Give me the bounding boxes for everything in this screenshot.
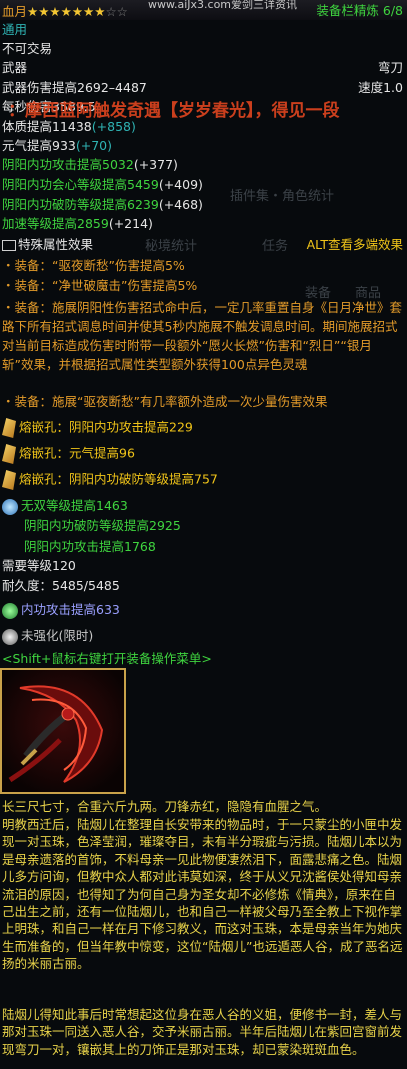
attr-con: 体质提高11438(+858) xyxy=(2,119,136,134)
wushuang-line-3: 阴阳内功攻击提高1768 xyxy=(24,539,156,554)
weapon-type: 弯刀 xyxy=(377,60,403,75)
special-effect-2: ・装备：“净世破魔击”伤害提高5% xyxy=(2,278,198,293)
faint-tab-1: 秘境统计 xyxy=(145,239,198,254)
enhance-icon xyxy=(2,628,18,645)
special-title: 特殊属性效果 xyxy=(18,237,94,252)
attr-spirit: 元气提高933(+70) xyxy=(2,138,112,153)
gem-icon xyxy=(2,470,16,490)
monitor-icon xyxy=(2,240,16,251)
watermark-url: www.aiJx3.com爱剑三详资讯 xyxy=(148,0,298,11)
star-rating-filled: ★★★★★★★ xyxy=(27,4,106,19)
alt-hint[interactable]: ALT查看多端效果 xyxy=(307,237,403,253)
required-level: 需要等级120 xyxy=(2,558,76,573)
gem-icon xyxy=(2,418,16,438)
attr-haste: 加速等级提高2859(+214) xyxy=(2,216,153,231)
weapon-damage: 武器伤害提高2692–4487 xyxy=(2,80,147,95)
unenhanced-row: 未强化(限时) xyxy=(2,628,93,645)
bind-status: 不可交易 xyxy=(2,41,53,56)
attr-overcome: 阴阳内功破防等级提高6239(+468) xyxy=(2,197,203,212)
five-color-stone-icon xyxy=(2,498,18,515)
enchant-row: 内功攻击提高633 xyxy=(2,602,120,619)
shift-hint: <Shift+鼠标右键打开装备操作菜单> xyxy=(2,651,212,666)
durability: 耐久度：5485/5485 xyxy=(2,578,120,593)
item-preview-frame xyxy=(0,668,126,794)
faint-tab-2: 任务 xyxy=(262,239,289,254)
item-title-row: 血月★★★★★★★☆☆ xyxy=(2,1,128,20)
gem-icon xyxy=(2,444,16,464)
gem-slot-3: 熔嵌孔：阴阳内功破防等级提高757 xyxy=(2,470,218,490)
star-rating-empty: ☆☆ xyxy=(105,4,128,19)
gem-slot-1: 熔嵌孔：阴阳内功攻击提高229 xyxy=(2,418,193,438)
marquee-banner: ：摩西蓝阿触发奇遇【岁岁春光】，得见一段 xyxy=(8,101,340,121)
refine-label: 装备栏精炼 6/8 xyxy=(316,3,403,18)
blood-moon-blade-icon xyxy=(2,670,124,792)
special-effect-3: ・装备：施展阴阳性伤害招式命中后，一定几率重置自身《日月净世》套路下所有招式调息… xyxy=(2,300,403,372)
lore-paragraph-2: 陆烟儿得知此事后时常想起这位身在恶人谷的义姐，便修书一封，差人与那对玉珠一同送入… xyxy=(2,1007,403,1057)
lore-intro: 长三尺七寸，合重六斤九两。刀锋赤红，隐隐有血腥之气。 xyxy=(2,799,328,814)
enchant-icon xyxy=(2,602,18,619)
wushuang-line-2: 阴阳内功破防等级提高2925 xyxy=(24,518,181,533)
attr-crit: 阴阳内功会心等级提高5459(+409) xyxy=(2,177,203,192)
gem-slot-2: 熔嵌孔：元气提高96 xyxy=(2,444,135,464)
item-name: 血月 xyxy=(2,4,28,19)
special-effect-1: ・装备：“驱夜断愁”伤害提高5% xyxy=(2,258,185,273)
plugin-overlay: 插件集・角色统计 xyxy=(230,189,335,204)
attack-speed: 速度1.0 xyxy=(358,80,403,95)
attr-attack: 阴阳内功攻击提高5032(+377) xyxy=(2,157,178,172)
wushuang-row: 无双等级提高1463 xyxy=(2,498,128,515)
special-title-row: 特殊属性效果 xyxy=(2,237,93,253)
lore-paragraph-1: 明教西迁后，陆烟儿在整理自长安带来的物品时，于一只蒙尘的小匣中发现一对玉珠，色泽… xyxy=(2,817,403,972)
slot-label: 武器 xyxy=(2,60,28,75)
type-tag: 通用 xyxy=(2,22,28,37)
special-effect-4: ・装备：施展“驱夜断愁”有几率额外造成一次少量伤害效果 xyxy=(2,394,328,409)
